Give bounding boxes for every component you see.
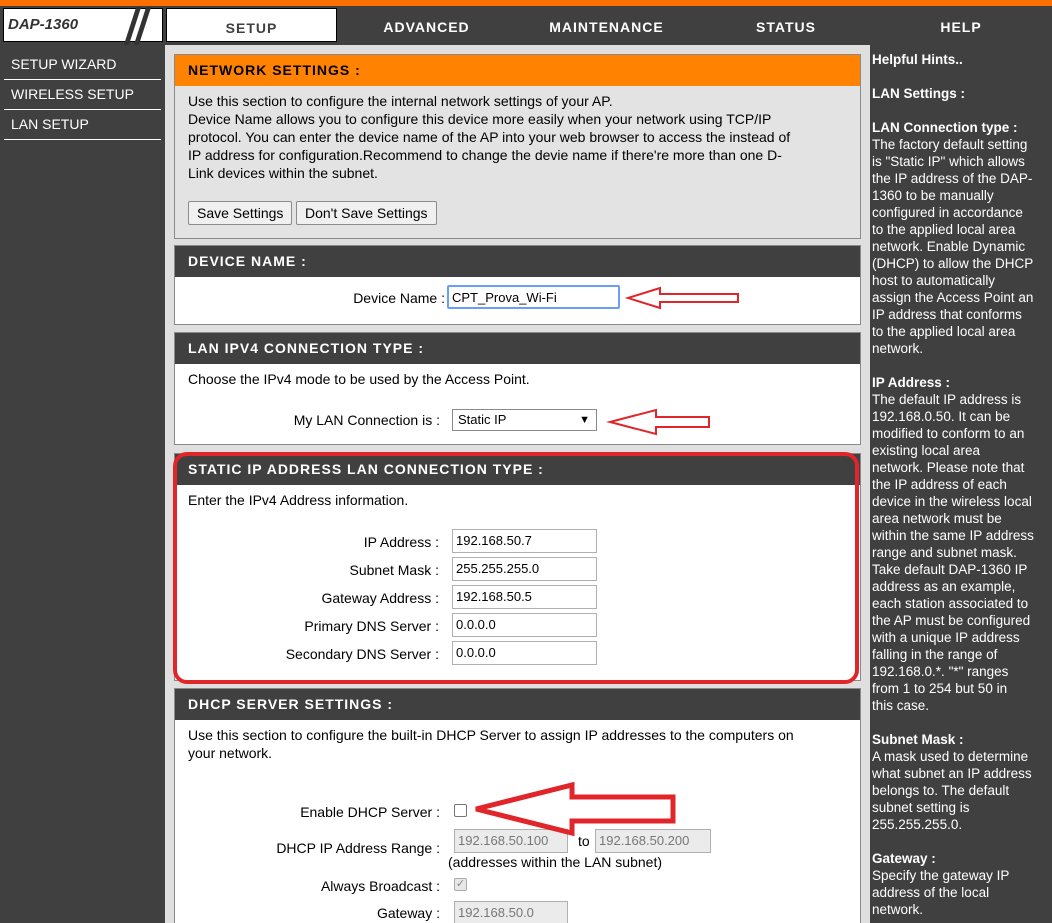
hint-line: 192.168.0.*. "*" ranges [872,664,1009,679]
dont-save-settings-button[interactable]: Don't Save Settings [296,201,437,225]
hint-line: falling in the range of [872,647,998,662]
dhcp-gateway-input[interactable]: 192.168.50.0 [454,901,568,923]
hint-line: to the applied local area [872,324,1016,339]
hint-line: from 1 to 254 but 50 in [872,681,1008,696]
description-line: Use this section to configure the intern… [188,93,613,109]
hint-line: (DHCP) to allow the DHCP [872,256,1034,271]
hint-line: area network must be [872,511,1002,526]
hint-line: range and subnet mask. [872,545,1017,560]
hint-line: IP address that conforms [872,307,1022,322]
annotation-arrow-icon [475,781,676,837]
hint-line: network. [872,902,924,917]
sidebar-item-wireless-setup[interactable]: WIRELESS SETUP [4,80,161,110]
section-title: NETWORK SETTINGS : [175,55,860,86]
hint-line: Specify the gateway IP [872,868,1010,883]
range-note: (addresses within the LAN subnet) [448,854,662,870]
hint-line: modified to conform to an [872,426,1025,441]
hint-line: each station associated to [872,596,1029,611]
hints-subnet-mask-heading: Subnet Mask : [872,732,964,747]
top-accent-bar [0,0,1052,6]
hints-ip-address-heading: IP Address : [872,375,951,390]
hint-line: The default IP address is [872,392,1022,407]
hint-line: host to automatically [872,273,996,288]
hint-line: this case. [872,698,930,713]
section-title: DHCP SERVER SETTINGS : [175,689,860,720]
enable-dhcp-label: Enable DHCP Server : [300,804,440,820]
description-line: Use this section to configure the built-… [188,727,794,743]
lan-connection-type-section: LAN IPV4 CONNECTION TYPE : Choose the IP… [174,332,861,445]
hint-line: existing local area [872,443,981,458]
hint-line: Take default DAP-1360 IP [872,562,1028,577]
hint-line: 192.168.0.50. It can be [872,409,1011,424]
always-broadcast-label: Always Broadcast : [320,878,440,894]
sidebar-item-lan-setup[interactable]: LAN SETUP [4,110,161,140]
section-title: LAN IPV4 CONNECTION TYPE : [175,333,860,364]
tab-advanced[interactable]: ADVANCED [339,8,514,42]
hint-line: address of the local [872,885,990,900]
annotation-highlight-box [173,452,859,684]
section-title: DEVICE NAME : [175,246,860,277]
description-line: IP address for configuration.Recommend t… [188,147,782,163]
annotation-arrow-icon [606,408,710,436]
hint-line: the IP address of the DAP- [872,171,1033,186]
tab-status[interactable]: STATUS [699,8,873,42]
lan-type-description: Choose the IPv4 mode to be used by the A… [188,371,530,387]
dhcp-gateway-label: Gateway : [376,905,440,921]
annotation-arrow-icon [624,286,739,310]
sidebar: SETUP WIZARD WIRELESS SETUP LAN SETUP [4,50,161,140]
hint-line: within the same IP address [872,528,1034,543]
helpful-hints-panel: Helpful Hints.. LAN Settings : LAN Conne… [872,45,1052,923]
hint-line: with a unique IP address [872,630,1020,645]
save-settings-button[interactable]: Save Settings [188,201,293,225]
hint-line: address as an example, [872,579,1016,594]
hint-line: 255.255.255.0. [872,817,963,832]
network-settings-description: Use this section to configure the intern… [175,86,860,182]
hint-line: subnet setting is [872,800,970,815]
network-settings-section: NETWORK SETTINGS : Use this section to c… [174,54,861,239]
description-line: Device Name allows you to configure this… [188,111,772,127]
lan-connection-selected: Static IP [458,412,507,427]
hint-line: assign the Access Point an [872,290,1034,305]
hint-line: to the applied local area [872,222,1016,237]
hint-line: A mask used to determine [872,749,1029,764]
hint-line: what subnet an IP address [872,766,1032,781]
hint-line: the IP address of each [872,477,1007,492]
hint-line: the AP must be configured [872,613,1031,628]
hints-lan-settings: LAN Settings : [872,86,965,101]
dhcp-description: Use this section to configure the built-… [175,720,860,762]
tab-setup[interactable]: SETUP [166,8,337,42]
hint-line: device in the wireless local [872,494,1032,509]
hint-line: The factory default setting [872,137,1028,152]
hints-gateway-heading: Gateway : [872,851,936,866]
hint-line: network. Enable Dynamic [872,239,1026,254]
device-name-input[interactable]: CPT_Prova_Wi-Fi [447,285,620,309]
hint-line: belongs to. The default [872,783,1010,798]
always-broadcast-checkbox[interactable]: ✓ [454,878,467,891]
sidebar-item-setup-wizard[interactable]: SETUP WIZARD [4,50,161,80]
description-line: your network. [188,745,273,761]
dlink-logo: DAP-1360 [3,7,163,45]
lan-connection-select[interactable]: Static IP ▼ [452,409,597,431]
device-name-label: Device Name : [353,290,445,306]
description-line: protocol. You can enter the device name … [188,129,791,145]
enable-dhcp-checkbox[interactable] [454,804,467,817]
hint-line: configured in accordance [872,205,1023,220]
hint-line: network. Please note that [872,460,1025,475]
lan-connection-label: My LAN Connection is : [293,412,440,428]
dhcp-range-label: DHCP IP Address Range : [276,840,440,856]
hint-line: network. [872,341,924,356]
device-name-section: DEVICE NAME : Device Name : CPT_Prova_Wi… [174,245,861,325]
description-line: Link devices within the subnet. [188,165,378,181]
model-label: DAP-1360 [8,16,79,33]
hints-connection-type-heading: LAN Connection type : [872,120,1018,135]
hint-line: is "Static IP" which allows [872,154,1025,169]
chevron-down-icon: ▼ [579,414,590,426]
hints-title: Helpful Hints.. [872,52,963,67]
hint-line: 1360 to be manually [872,188,994,203]
tab-help[interactable]: HELP [875,8,1047,42]
tab-maintenance[interactable]: MAINTENANCE [516,8,697,42]
